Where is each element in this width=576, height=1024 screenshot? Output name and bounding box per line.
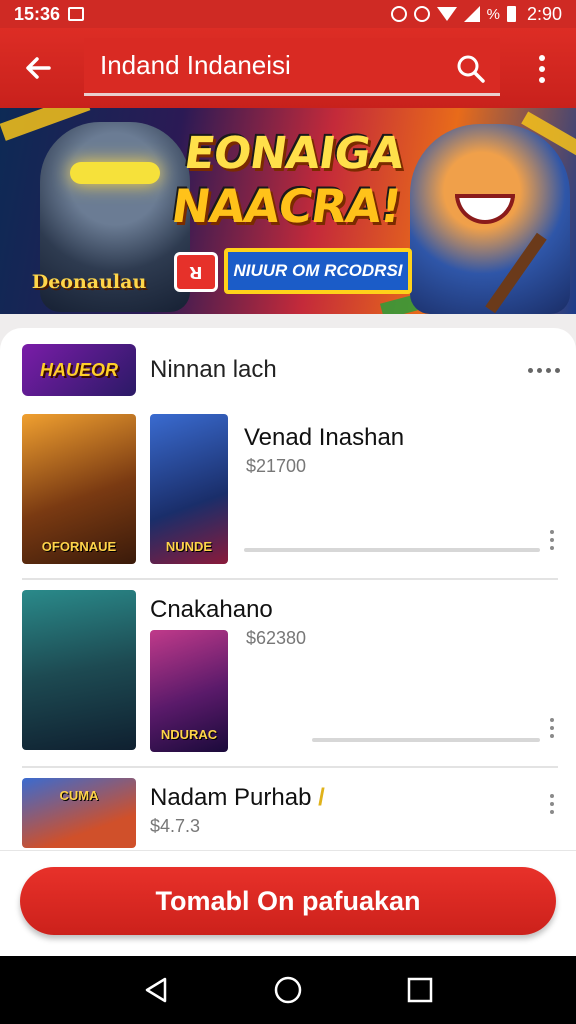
signal-icon xyxy=(463,6,480,22)
divider xyxy=(22,578,558,580)
game-art-large: OFORNAUE xyxy=(22,414,136,564)
promo-banner[interactable]: Deonaulau EONAIGA NAACRA! ᴚ NIUUR OM RCO… xyxy=(0,108,576,314)
status-clock: 2:90 xyxy=(526,3,562,24)
primary-action-button[interactable]: Tomabl On pafuakan xyxy=(20,867,556,935)
section-thumbnail: HAUEOR xyxy=(22,344,136,396)
battery-percent: % xyxy=(486,5,500,23)
item-price: $21700 xyxy=(246,456,307,476)
item-more-button[interactable] xyxy=(550,718,554,738)
nav-back-button[interactable] xyxy=(131,965,181,1015)
back-arrow-icon xyxy=(26,57,51,79)
banner-cta-label: NIUUR OM RCODRSI xyxy=(233,261,403,280)
more-horiz-icon xyxy=(528,367,533,373)
title-field[interactable]: Indand Indaneisi xyxy=(84,38,500,96)
page-title: Indand Indaneisi xyxy=(100,50,291,80)
banner-cta-button[interactable]: NIUUR OM RCODRSI xyxy=(224,248,412,294)
item-price: $62380 xyxy=(246,628,307,648)
edit-slash-icon: / xyxy=(318,784,325,811)
section-more-button[interactable] xyxy=(528,367,562,373)
list-item[interactable]: CUMA Nadam Purhab / $4.7.3 xyxy=(0,778,576,848)
divider xyxy=(22,766,558,768)
vibrate-icon xyxy=(413,6,430,22)
item-title: Cnakahano xyxy=(150,596,273,623)
banner-character-beast xyxy=(410,124,570,314)
more-options-button[interactable] xyxy=(522,46,562,92)
search-button[interactable] xyxy=(448,46,494,92)
image-notification-icon xyxy=(68,7,85,21)
battery-icon xyxy=(506,6,516,22)
more-vert-icon xyxy=(550,530,554,534)
app-bar: Indand Indaneisi xyxy=(0,28,576,108)
game-art-large xyxy=(22,590,136,750)
item-price: $4.7.3 xyxy=(150,816,201,836)
wifi-icon xyxy=(436,7,457,21)
banner-headline-line2: NAACRA! xyxy=(168,179,405,233)
item-title: Venad Inashan xyxy=(244,424,405,451)
more-vert-icon xyxy=(550,718,554,722)
progress-bar xyxy=(312,738,540,742)
nav-home-icon xyxy=(274,976,302,1004)
item-title: Nadam Purhab / xyxy=(150,784,325,811)
item-more-button[interactable] xyxy=(550,530,554,550)
more-vert-icon xyxy=(539,55,545,61)
nav-recents-button[interactable] xyxy=(395,965,445,1015)
game-art-small: NDURAC xyxy=(150,630,228,752)
nav-back-icon xyxy=(145,977,167,1003)
bottom-action-area: Tomabl On pafuakan xyxy=(0,850,576,956)
primary-action-label: Tomabl On pafuakan xyxy=(155,885,421,916)
item-more-button[interactable] xyxy=(550,794,554,814)
banner-tag: Deonaulau xyxy=(31,271,147,293)
banner-badge: ᴚ xyxy=(174,252,218,292)
progress-bar xyxy=(244,548,540,552)
banner-headline-line1: EONAIGA xyxy=(181,128,407,179)
list-item[interactable]: OFORNAUE NUNDE Venad Inashan $21700 xyxy=(0,414,576,574)
alarm-icon xyxy=(390,6,407,22)
status-bar: 15:36 % 2:90 xyxy=(0,0,576,28)
banner-headline: EONAIGA NAACRA! xyxy=(163,128,418,233)
nav-recents-icon xyxy=(407,977,433,1003)
game-art-large: CUMA xyxy=(22,778,136,848)
game-art-small: NUNDE xyxy=(150,414,228,564)
list-item[interactable]: NDURAC Cnakahano $62380 xyxy=(0,590,576,760)
system-nav-bar xyxy=(0,956,576,1024)
more-vert-icon xyxy=(550,794,554,798)
search-icon xyxy=(457,55,485,83)
nav-home-button[interactable] xyxy=(263,965,313,1015)
back-button[interactable] xyxy=(0,28,76,108)
status-time: 15:36 xyxy=(14,3,61,24)
section-header[interactable]: HAUEOR Ninnan lach xyxy=(22,344,562,396)
section-title: Ninnan lach xyxy=(150,356,277,383)
